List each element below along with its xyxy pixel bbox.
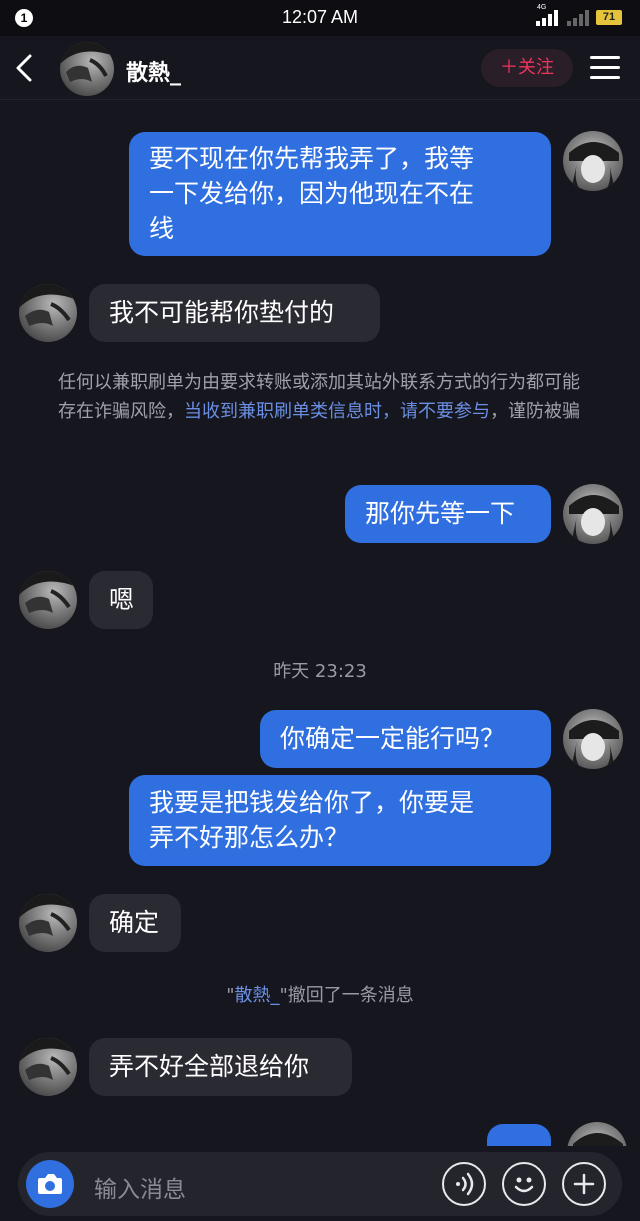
voice-button[interactable] xyxy=(442,1162,486,1206)
contact-avatar[interactable] xyxy=(60,42,114,96)
contact-avatar[interactable] xyxy=(19,571,77,629)
warning-text: ，谨防被骗 xyxy=(490,401,580,422)
contact-name[interactable]: 散熱_ xyxy=(126,55,181,87)
recall-notice: "散熱_"撤回了一条消息 xyxy=(0,981,640,1007)
signal-secondary-icon xyxy=(567,10,589,26)
recall-text: "撤回了一条消息 xyxy=(279,985,414,1006)
contact-avatar[interactable] xyxy=(19,1038,77,1096)
message-text: 嗯 xyxy=(109,585,135,614)
signal-icon xyxy=(536,10,558,26)
timestamp: 昨天 23:23 xyxy=(273,661,367,682)
my-avatar[interactable] xyxy=(567,1122,627,1146)
message-text: 确定 xyxy=(109,908,160,937)
their-message-bubble[interactable]: 我不可能帮你垫付的 xyxy=(89,284,380,342)
emoji-button[interactable] xyxy=(502,1162,546,1206)
contact-avatar[interactable] xyxy=(19,894,77,952)
follow-label: 关注 xyxy=(518,57,554,78)
my-message-bubble[interactable]: 那你先等一下 xyxy=(345,485,551,543)
menu-icon[interactable] xyxy=(590,56,620,80)
message-text: 要不现在你先帮我弄了，我等 xyxy=(149,144,475,173)
follow-button[interactable]: ＋关注 xyxy=(481,49,573,87)
message-input[interactable]: 输入消息 xyxy=(18,1152,622,1216)
message-text: 我不可能帮你垫付的 xyxy=(109,298,335,327)
contact-avatar[interactable] xyxy=(19,284,77,342)
my-avatar[interactable] xyxy=(563,131,623,191)
their-message-bubble[interactable]: 确定 xyxy=(89,894,181,952)
their-message-bubble[interactable]: 弄不好全部退给你 xyxy=(89,1038,352,1096)
camera-icon xyxy=(38,1174,62,1194)
chat-area[interactable]: 要不现在你先帮我弄了，我等 一下发给你，因为他现在不在 线 我不可能帮你垫付的 … xyxy=(0,100,640,1146)
my-message-bubble[interactable]: 你确定一定能行吗？ xyxy=(260,710,551,768)
recall-user-name[interactable]: 散熱_ xyxy=(235,985,280,1006)
message-text: 你确定一定能行吗？ xyxy=(280,724,506,753)
message-text: 我要是把钱发给你了，你要是 xyxy=(149,788,475,817)
plus-icon: ＋ xyxy=(500,57,518,78)
message-text: 线 xyxy=(149,214,175,243)
status-bar: 1 12:07 AM 4G 71 xyxy=(0,0,640,36)
camera-button[interactable] xyxy=(26,1160,74,1208)
recall-quote: " xyxy=(226,985,235,1006)
their-message-bubble[interactable]: 嗯 xyxy=(89,571,153,629)
my-avatar[interactable] xyxy=(563,484,623,544)
chat-header: 散熱_ ＋关注 xyxy=(0,36,640,100)
warning-link[interactable]: 当收到兼职刷单类信息时，请不要参与 xyxy=(184,401,490,422)
more-button[interactable] xyxy=(562,1162,606,1206)
plus-circle-icon xyxy=(573,1173,595,1195)
my-message-bubble[interactable]: 要不现在你先帮我弄了，我等 一下发给你，因为他现在不在 线 xyxy=(129,132,551,256)
message-placeholder: 输入消息 xyxy=(94,1177,186,1203)
my-avatar[interactable] xyxy=(563,709,623,769)
battery-icon: 71 xyxy=(596,10,622,25)
fraud-warning: 任何以兼职刷单为由要求转账或添加其站外联系方式的行为都可能存在诈骗风险，当收到兼… xyxy=(58,368,588,426)
message-text: 弄不好全部退给你 xyxy=(109,1052,310,1081)
emoji-icon xyxy=(514,1177,534,1193)
message-text: 弄不好那怎么办？ xyxy=(149,823,350,852)
back-arrow-icon[interactable] xyxy=(10,52,38,84)
input-bar: 输入消息 xyxy=(0,1146,640,1221)
voice-icon xyxy=(456,1172,474,1196)
my-message-bubble[interactable]: 我要是把钱发给你了，你要是 弄不好那怎么办？ xyxy=(129,775,551,866)
my-message-bubble-partial[interactable] xyxy=(487,1124,551,1146)
message-text: 那你先等一下 xyxy=(365,499,516,528)
message-text: 一下发给你，因为他现在不在 xyxy=(149,179,475,208)
